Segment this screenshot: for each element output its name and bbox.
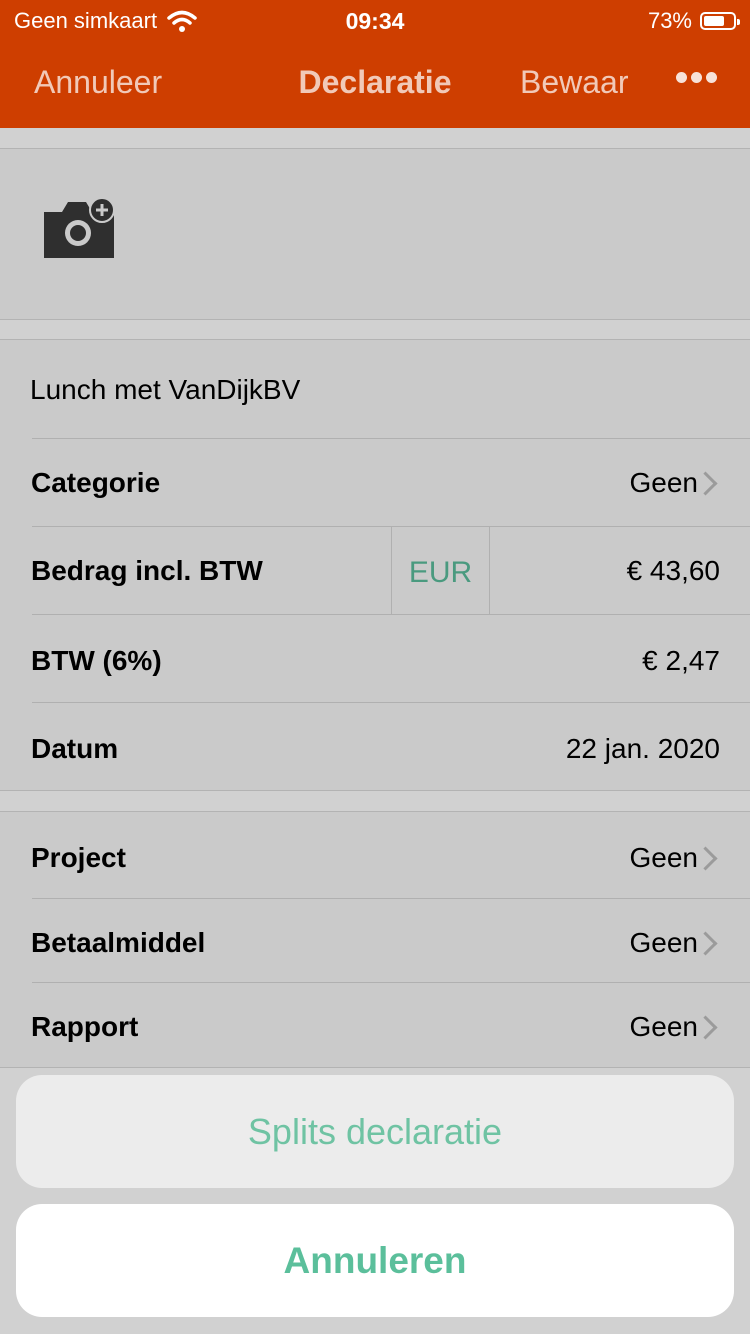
currency-selector[interactable]: EUR: [391, 527, 490, 615]
category-value: Geen: [629, 467, 699, 498]
header: Geen simkaart 09:34 73% Annuleer Declara…: [0, 0, 750, 128]
title-row[interactable]: Lunch met VanDijkBV: [0, 340, 750, 439]
expense-title: Lunch met VanDijkBV: [30, 374, 301, 405]
category-row[interactable]: Categorie Geen: [0, 439, 750, 527]
nav-bar: Annuleer Declaratie Bewaar: [0, 40, 750, 128]
battery-icon: [700, 12, 740, 30]
date-value[interactable]: 22 jan. 2020: [566, 733, 720, 765]
payment-method-value: Geen: [629, 927, 699, 958]
project-row[interactable]: Project Geen: [0, 812, 750, 899]
assignment-section: Project Geen Betaalmiddel Geen Rapport G…: [0, 811, 750, 1068]
amount-row[interactable]: Bedrag incl. BTW EUR € 43,60: [0, 527, 750, 615]
report-value: Geen: [629, 1011, 699, 1042]
project-label: Project: [31, 842, 126, 873]
battery-percent: 73%: [647, 8, 692, 33]
vat-row[interactable]: BTW (6%) € 2,47: [0, 615, 750, 703]
battery-group: 73%: [647, 8, 740, 34]
status-bar: Geen simkaart 09:34 73%: [0, 0, 750, 40]
report-label: Rapport: [31, 1011, 139, 1042]
payment-method-row[interactable]: Betaalmiddel Geen: [0, 899, 750, 983]
date-row[interactable]: Datum 22 jan. 2020: [0, 703, 750, 790]
battery-tip: [737, 19, 740, 25]
save-button[interactable]: Bewaar: [520, 64, 629, 101]
amount-value[interactable]: € 43,60: [627, 555, 720, 587]
action-sheet-cancel-button[interactable]: Annuleren: [16, 1204, 734, 1317]
split-expense-button[interactable]: Splits declaratie: [16, 1075, 734, 1188]
vat-value[interactable]: € 2,47: [642, 645, 720, 677]
category-label: Categorie: [31, 467, 161, 498]
project-value: Geen: [629, 842, 699, 873]
report-row[interactable]: Rapport Geen: [0, 983, 750, 1067]
page-title: Declaratie: [298, 64, 452, 100]
payment-method-label: Betaalmiddel: [31, 927, 206, 958]
amount-label: Bedrag incl. BTW: [31, 555, 263, 586]
vat-label: BTW (6%): [31, 645, 162, 676]
date-label: Datum: [31, 733, 119, 764]
camera-add-icon[interactable]: [42, 196, 118, 260]
battery-level: [704, 16, 724, 26]
more-icon[interactable]: [676, 72, 717, 83]
clock: 09:34: [345, 8, 405, 34]
details-section: Lunch met VanDijkBV Categorie Geen Bedra…: [0, 339, 750, 791]
